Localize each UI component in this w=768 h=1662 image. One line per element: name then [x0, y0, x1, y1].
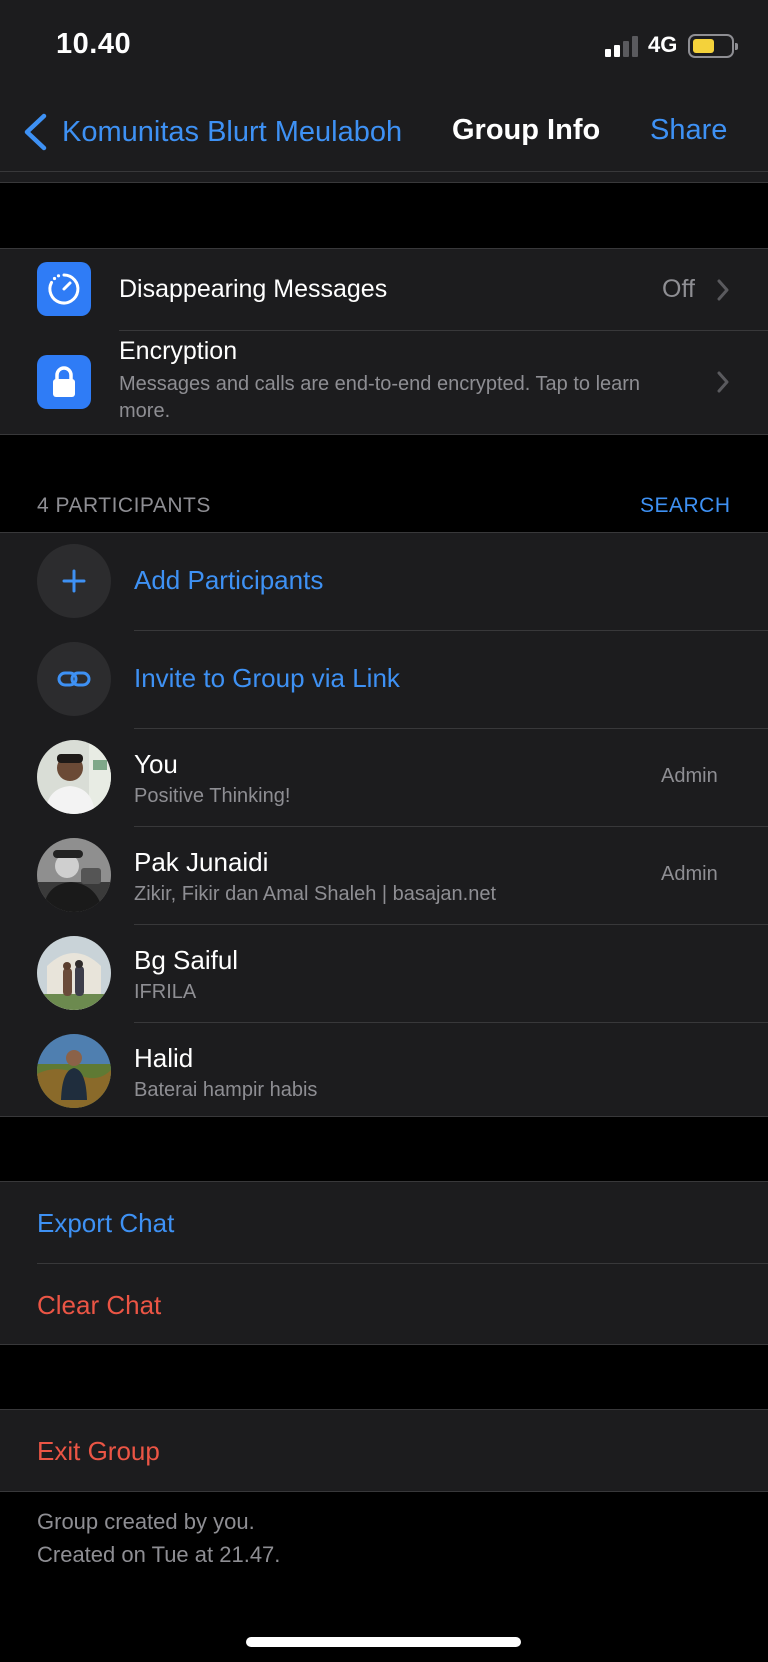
- group-creation-info: Group created by you. Created on Tue at …: [37, 1505, 280, 1571]
- created-on-text: Created on Tue at 21.47.: [37, 1542, 281, 1567]
- participants-section: Add Participants Invite to Group via Lin…: [0, 532, 768, 1117]
- share-button[interactable]: Share: [650, 114, 727, 147]
- exit-section: Exit Group: [0, 1409, 768, 1492]
- clear-chat-button[interactable]: Clear Chat: [37, 1290, 161, 1321]
- participants-header: 4 PARTICIPANTS SEARCH: [0, 490, 768, 530]
- add-participants-row[interactable]: Add Participants: [0, 533, 768, 630]
- chevron-left-icon: [24, 113, 47, 151]
- timer-icon: [37, 262, 91, 316]
- admin-badge: Admin: [661, 765, 718, 787]
- disappearing-messages-value: Off: [662, 275, 695, 303]
- chevron-right-icon: [717, 279, 729, 301]
- avatar: [37, 740, 111, 814]
- avatar: [37, 1034, 111, 1108]
- encryption-description: Messages and calls are end-to-end encryp…: [119, 373, 641, 422]
- participant-row[interactable]: You Positive Thinking! Admin: [0, 729, 768, 826]
- chevron-right-icon: [717, 371, 729, 393]
- participant-status: Baterai hampir habis: [134, 1079, 318, 1101]
- participant-row[interactable]: Bg Saiful IFRILA: [0, 925, 768, 1022]
- participant-name: Pak Junaidi: [134, 847, 269, 877]
- navigation-bar: Komunitas Blurt Meulaboh Group Info Shar…: [0, 90, 768, 172]
- battery-icon: [688, 34, 738, 58]
- back-button[interactable]: Komunitas Blurt Meulaboh: [22, 112, 402, 152]
- status-time: 10.40: [56, 28, 132, 60]
- back-label: Komunitas Blurt Meulaboh: [62, 115, 403, 148]
- participant-status: IFRILA: [134, 981, 197, 1003]
- plus-icon: [37, 544, 111, 618]
- participants-count: 4 PARTICIPANTS: [37, 494, 211, 517]
- network-type: 4G: [648, 32, 678, 57]
- encryption-label: Encryption: [119, 337, 238, 365]
- home-indicator[interactable]: [246, 1637, 521, 1647]
- link-icon: [37, 642, 111, 716]
- signal-strength-icon: [605, 35, 639, 57]
- created-by-text: Group created by you.: [37, 1509, 255, 1534]
- participant-name: Halid: [134, 1043, 194, 1073]
- participant-status: Positive Thinking!: [134, 785, 291, 807]
- chat-actions-section: Export Chat Clear Chat: [0, 1181, 768, 1345]
- disappearing-messages-label: Disappearing Messages: [119, 275, 388, 303]
- avatar: [37, 838, 111, 912]
- settings-section: Disappearing Messages Off Encryption Mes…: [0, 248, 768, 435]
- participant-row[interactable]: Pak Junaidi Zikir, Fikir dan Amal Shaleh…: [0, 827, 768, 924]
- invite-link-row[interactable]: Invite to Group via Link: [0, 631, 768, 728]
- participant-row[interactable]: Halid Baterai hampir habis: [0, 1023, 768, 1120]
- page-title: Group Info: [452, 114, 601, 146]
- exit-group-button[interactable]: Exit Group: [37, 1436, 160, 1467]
- admin-badge: Admin: [661, 863, 718, 885]
- add-participants-label: Add Participants: [134, 565, 324, 595]
- invite-link-label: Invite to Group via Link: [134, 663, 400, 693]
- participants-search-button[interactable]: SEARCH: [640, 494, 731, 518]
- disappearing-messages-row[interactable]: Disappearing Messages Off: [0, 249, 768, 330]
- lock-icon: [37, 355, 91, 409]
- row-divider: [37, 1263, 768, 1264]
- participant-status: Zikir, Fikir dan Amal Shaleh | basajan.n…: [134, 883, 497, 905]
- participant-name: You: [134, 749, 178, 779]
- participant-name: Bg Saiful: [134, 945, 239, 975]
- header-remnant: [0, 172, 768, 183]
- encryption-row[interactable]: Encryption Messages and calls are end-to…: [0, 331, 768, 435]
- status-bar: 10.40 4G: [0, 0, 768, 90]
- export-chat-button[interactable]: Export Chat: [37, 1208, 174, 1239]
- avatar: [37, 936, 111, 1010]
